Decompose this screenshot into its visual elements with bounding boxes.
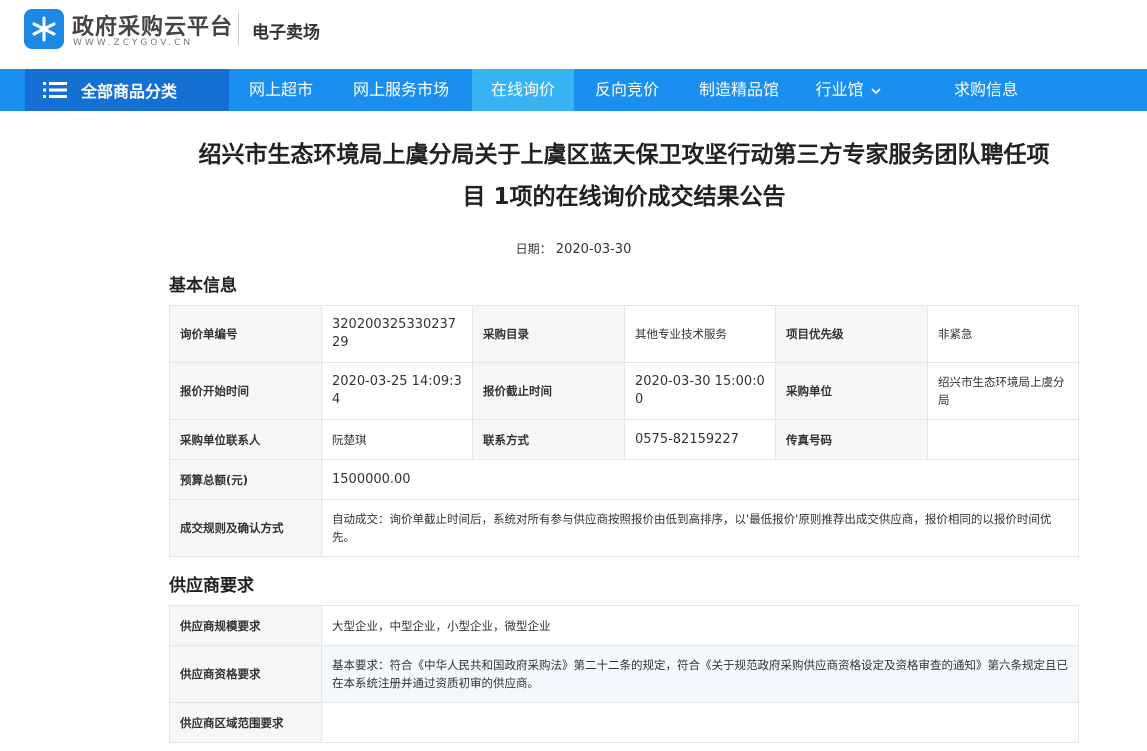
phone-label: 联系方式 — [472, 419, 625, 460]
market-name: 电子卖场 — [252, 23, 320, 43]
nav-service-market[interactable]: 网上服务市场 — [340, 69, 462, 111]
logo-url: WWW.ZCYGOV.CN — [73, 38, 194, 48]
top-header: 政府采购云平台 WWW.ZCYGOV.CN 电子卖场 — [0, 0, 1147, 69]
zcy-logo-icon[interactable] — [24, 9, 64, 49]
priority-label: 项目优先级 — [775, 305, 928, 363]
chevron-down-icon — [870, 87, 881, 94]
table-row: 预算总额(元) 1500000.00 — [169, 459, 1079, 500]
nav-manufacturing-hall[interactable]: 制造精品馆 — [686, 69, 792, 111]
contact-value: 阮楚琪 — [321, 419, 473, 460]
table-row: 供应商区域范围要求 — [169, 702, 1079, 743]
logo-divider — [238, 12, 239, 46]
quote-end-label: 报价截止时间 — [472, 362, 625, 420]
quote-start-value: 2020-03-25 14:09:34 — [321, 362, 473, 420]
nav-industry-hall[interactable]: 行业馆 — [808, 69, 888, 111]
section-basic-info: 基本信息 — [169, 276, 237, 296]
buyer-label: 采购单位 — [775, 362, 928, 420]
table-row: 报价开始时间 2020-03-25 14:09:34 报价截止时间 2020-0… — [169, 362, 1079, 420]
contact-label: 采购单位联系人 — [169, 419, 322, 460]
table-row: 供应商资格要求 基本要求：符合《中华人民共和国政府采购法》第二十二条的规定，符合… — [169, 645, 1079, 703]
table-row: 成交规则及确认方式 自动成交：询价单截止时间后，系统对所有参与供应商按照报价由低… — [169, 499, 1079, 557]
buyer-value: 绍兴市生态环境局上虞分局 — [927, 362, 1079, 420]
all-categories-label: 全部商品分类 — [81, 82, 178, 101]
budget-value: 1500000.00 — [321, 459, 1079, 500]
logo-title[interactable]: 政府采购云平台 — [72, 9, 233, 41]
nav-reverse-auction[interactable]: 反向竞价 — [582, 69, 672, 111]
catalog-label: 采购目录 — [472, 305, 625, 363]
catalog-value: 其他专业技术服务 — [624, 305, 776, 363]
supplier-qualification-value: 基本要求：符合《中华人民共和国政府采购法》第二十二条的规定，符合《关于规范政府采… — [321, 645, 1079, 703]
quote-start-label: 报价开始时间 — [169, 362, 322, 420]
notice-date: 日期： 2020-03-30 — [0, 240, 1147, 257]
deal-rule-value: 自动成交：询价单截止时间后，系统对所有参与供应商按照报价由低到高排序，以'最低报… — [321, 499, 1079, 557]
supplier-scale-value: 大型企业，中型企业，小型企业，微型企业 — [321, 605, 1079, 646]
inquiry-no-label: 询价单编号 — [169, 305, 322, 363]
quote-end-value: 2020-03-30 15:00:00 — [624, 362, 776, 420]
phone-value: 0575-82159227 — [624, 419, 776, 460]
section-supplier-requirements: 供应商要求 — [169, 576, 254, 596]
deal-rule-label: 成交规则及确认方式 — [169, 499, 322, 557]
priority-value: 非紧急 — [927, 305, 1079, 363]
nav-online-supermarket[interactable]: 网上超市 — [234, 69, 328, 111]
date-value: 2020-03-30 — [555, 242, 632, 257]
all-categories-button[interactable]: 全部商品分类 — [25, 69, 229, 111]
supplier-scale-label: 供应商规模要求 — [169, 605, 322, 646]
list-menu-icon — [43, 82, 67, 98]
supplier-table: 供应商规模要求 大型企业，中型企业，小型企业，微型企业 供应商资格要求 基本要求… — [169, 605, 1079, 743]
basic-info-table: 询价单编号 32020032533023729 采购目录 其他专业技术服务 项目… — [169, 305, 1079, 557]
table-row: 采购单位联系人 阮楚琪 联系方式 0575-82159227 传真号码 — [169, 419, 1079, 460]
main-nav: 全部商品分类 网上超市 网上服务市场 在线询价 反向竞价 制造精品馆 行业馆 求… — [0, 69, 1147, 111]
page-title: 绍兴市生态环境局上虞分局关于上虞区蓝天保卫攻坚行动第三方专家服务团队聘任项 目 … — [170, 134, 1078, 218]
budget-label: 预算总额(元) — [169, 459, 322, 500]
fax-value — [927, 419, 1079, 460]
table-row: 询价单编号 32020032533023729 采购目录 其他专业技术服务 项目… — [169, 305, 1079, 363]
fax-label: 传真号码 — [775, 419, 928, 460]
title-line-1: 绍兴市生态环境局上虞分局关于上虞区蓝天保卫攻坚行动第三方专家服务团队聘任项 — [198, 142, 1050, 168]
date-label: 日期： — [515, 242, 552, 256]
title-line-2: 目 1项的在线询价成交结果公告 — [462, 184, 786, 210]
supplier-qualification-label: 供应商资格要求 — [169, 645, 322, 703]
nav-purchase-info[interactable]: 求购信息 — [938, 69, 1034, 111]
nav-industry-hall-label: 行业馆 — [815, 80, 864, 99]
table-row: 供应商规模要求 大型企业，中型企业，小型企业，微型企业 — [169, 605, 1079, 646]
nav-online-inquiry[interactable]: 在线询价 — [472, 69, 574, 111]
supplier-region-label: 供应商区域范围要求 — [169, 702, 322, 743]
supplier-region-value — [321, 702, 1079, 743]
inquiry-no-value: 32020032533023729 — [321, 305, 473, 363]
